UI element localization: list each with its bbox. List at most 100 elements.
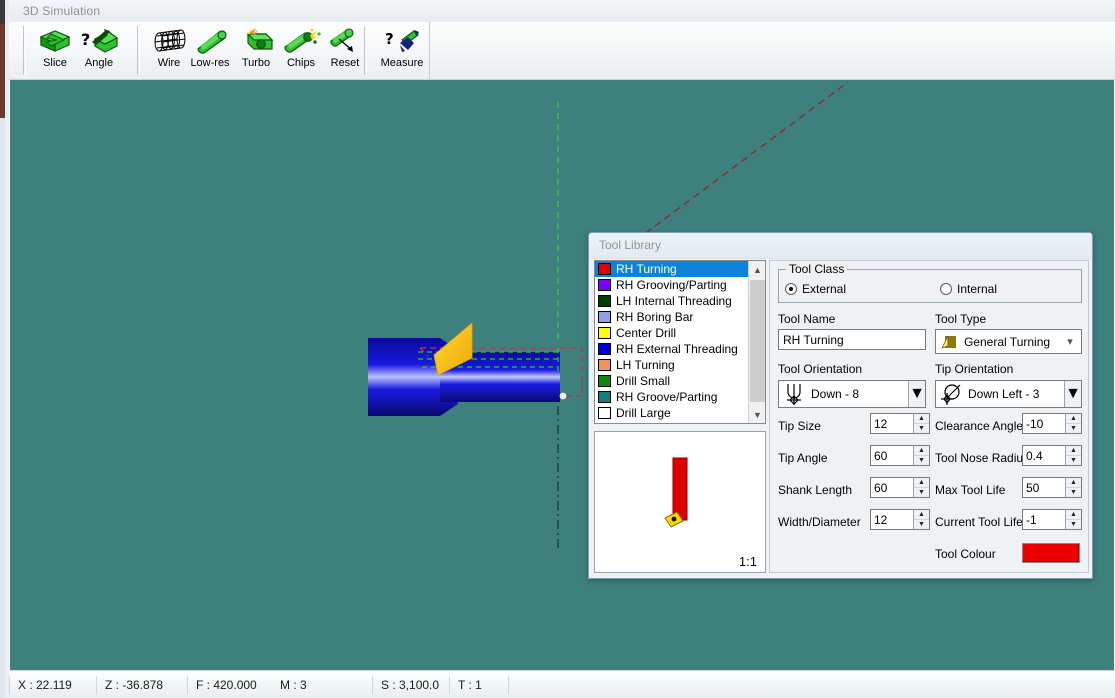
tip-size-stepper[interactable]: 12 ▲ ▼ [870, 413, 930, 434]
tip-angle-label: Tip Angle [778, 451, 828, 465]
tool-nose-radius-stepper[interactable]: 0.4 ▲ ▼ [1022, 445, 1082, 466]
current-tool-life-value: -1 [1026, 512, 1037, 527]
status-divider [508, 675, 509, 694]
list-item[interactable]: Drill Large [595, 405, 750, 421]
spinner-down-icon[interactable]: ▼ [914, 424, 929, 433]
tool-type-value: General Turning [964, 334, 1051, 349]
status-bar: X : 22.119 Z : -36.878 F : 420.000 M : 3… [9, 670, 1115, 698]
list-item[interactable]: RH Boring Bar [595, 309, 750, 325]
scroll-down-icon[interactable]: ▼ [749, 406, 765, 423]
tool-colour-swatch [598, 375, 611, 387]
list-item[interactable]: RH Grooving/Parting [595, 277, 750, 293]
status-x: X : 22.119 [18, 677, 72, 692]
list-item[interactable]: Drill Small [595, 373, 750, 389]
tool-colour-button[interactable] [1022, 543, 1080, 563]
status-spindle: S : 3,100.0 [381, 677, 440, 692]
tool-list-label: Center Drill [616, 326, 677, 340]
spinner-up-icon[interactable]: ▲ [914, 478, 929, 488]
dropdown-arrow-icon[interactable]: ▼ [1064, 381, 1081, 407]
spinner-down-icon[interactable]: ▼ [1066, 520, 1081, 529]
tool-preview-graphic [664, 457, 688, 528]
lowres-label: Low-res [190, 57, 230, 69]
spinner-buttons[interactable]: ▲ ▼ [913, 478, 929, 497]
reset-button[interactable]: Reset [319, 25, 371, 77]
scrollbar-thumb[interactable] [750, 280, 765, 402]
spinner-up-icon[interactable]: ▲ [914, 510, 929, 520]
spinner-buttons[interactable]: ▲ ▼ [913, 510, 929, 529]
dropdown-arrow-icon[interactable]: ▼ [908, 381, 925, 407]
width-diameter-stepper[interactable]: 12 ▲ ▼ [870, 509, 930, 530]
status-tool: T : 1 [458, 677, 482, 692]
current-tool-life-stepper[interactable]: -1 ▲ ▼ [1022, 509, 1082, 530]
tool-library-body: RH Turning RH Grooving/Parting LH Intern… [589, 259, 1092, 580]
max-tool-life-stepper[interactable]: 50 ▲ ▼ [1022, 477, 1082, 498]
spinner-buttons[interactable]: ▲ ▼ [1065, 414, 1081, 433]
angle-button[interactable]: ? Angle [73, 25, 125, 77]
radio-internal[interactable]: Internal [940, 282, 997, 296]
spinner-up-icon[interactable]: ▲ [1066, 414, 1081, 424]
list-item[interactable]: RH Turning [595, 261, 750, 277]
spinner-down-icon[interactable]: ▼ [1066, 456, 1081, 465]
clearance-angle-stepper[interactable]: -10 ▲ ▼ [1022, 413, 1082, 434]
tool-list-label: RH Grooving/Parting [616, 278, 727, 292]
tool-contact-marker [559, 392, 567, 400]
list-item[interactable]: RH Groove/Parting [595, 389, 750, 405]
spinner-down-icon[interactable]: ▼ [914, 456, 929, 465]
spinner-down-icon[interactable]: ▼ [914, 488, 929, 497]
clearance-angle-label: Clearance Angle [935, 419, 1024, 433]
list-item[interactable]: Center Drill [595, 325, 750, 341]
spinner-down-icon[interactable]: ▼ [1066, 424, 1081, 433]
tool-library-titlebar[interactable]: Tool Library [589, 233, 1092, 259]
slice-icon [39, 30, 71, 52]
window-title: 3D Simulation [23, 4, 101, 18]
spinner-buttons[interactable]: ▲ ▼ [913, 414, 929, 433]
spinner-buttons[interactable]: ▲ ▼ [913, 446, 929, 465]
spinner-buttons[interactable]: ▲ ▼ [1065, 478, 1081, 497]
list-item[interactable]: LH Turning [595, 357, 750, 373]
spinner-buttons[interactable]: ▲ ▼ [1065, 510, 1081, 529]
tool-nose-radius-label: Tool Nose Radius [935, 451, 1030, 465]
tool-colour-swatch [598, 263, 611, 275]
current-tool-life-label: Current Tool Life [935, 515, 1023, 529]
tool-type-select[interactable]: General Turning ▾ [935, 329, 1082, 354]
tool-list-scrollbar[interactable]: ▲ ▼ [748, 261, 765, 423]
tool-orientation-select[interactable]: Down - 8 ▼ [778, 380, 926, 408]
tool-list[interactable]: RH Turning RH Grooving/Parting LH Intern… [594, 260, 766, 424]
chevron-down-icon[interactable]: ▾ [1059, 330, 1081, 353]
tool-library-dialog[interactable]: Tool Library RH Turning RH Grooving/Part… [588, 232, 1093, 579]
tip-orientation-select[interactable]: Down Left - 3 ▼ [935, 380, 1082, 408]
tool-list-label: RH Groove/Parting [616, 390, 718, 404]
spinner-up-icon[interactable]: ▲ [914, 414, 929, 424]
shank-length-stepper[interactable]: 60 ▲ ▼ [870, 477, 930, 498]
spinner-down-icon[interactable]: ▼ [914, 520, 929, 529]
radio-external[interactable]: External [785, 282, 940, 296]
tip-angle-stepper[interactable]: 60 ▲ ▼ [870, 445, 930, 466]
status-feed: F : 420.000 [196, 677, 257, 692]
tool-colour-swatch [598, 391, 611, 403]
status-z: Z : -36.878 [105, 677, 164, 692]
spinner-down-icon[interactable]: ▼ [1066, 488, 1081, 497]
scroll-up-icon[interactable]: ▲ [749, 261, 765, 278]
list-item[interactable]: LH Internal Threading [595, 293, 750, 309]
spinner-buttons[interactable]: ▲ ▼ [1065, 446, 1081, 465]
tip-size-label: Tip Size [778, 419, 821, 433]
lowres-button[interactable]: Low-res [184, 25, 236, 77]
tool-list-label: RH External Threading [616, 342, 738, 356]
window-left-edge2 [5, 0, 9, 698]
tool-name-input[interactable]: RH Turning [778, 329, 926, 350]
measure-button[interactable]: ? Measure [373, 25, 431, 77]
shank-length-value: 60 [874, 480, 888, 495]
turbo-icon [246, 28, 274, 50]
tool-colour-swatch [598, 295, 611, 307]
radio-dot-icon [940, 283, 952, 295]
orientation-down-icon [781, 381, 807, 407]
spinner-up-icon[interactable]: ▲ [914, 446, 929, 456]
spinner-up-icon[interactable]: ▲ [1066, 510, 1081, 520]
spinner-up-icon[interactable]: ▲ [1066, 478, 1081, 488]
chips-icon [284, 28, 321, 53]
tool-list-label: Drill Small [616, 374, 670, 388]
radio-external-label: External [802, 282, 847, 296]
spinner-up-icon[interactable]: ▲ [1066, 446, 1081, 456]
list-item[interactable]: RH External Threading [595, 341, 750, 357]
shank-length-label: Shank Length [778, 483, 853, 497]
